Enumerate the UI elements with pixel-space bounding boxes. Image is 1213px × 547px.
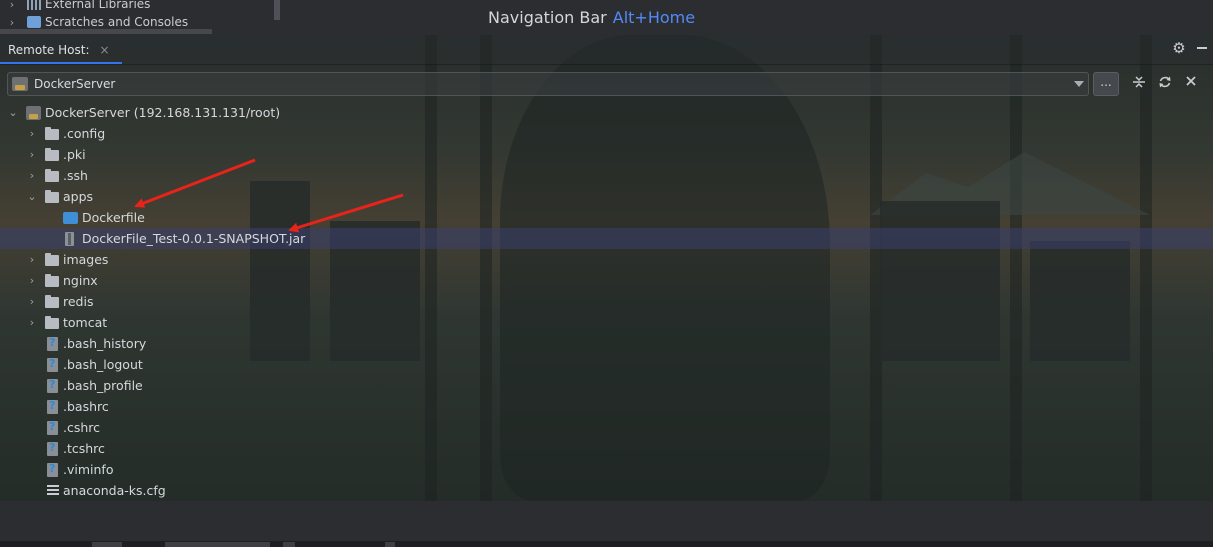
folder-icon: [45, 169, 59, 182]
tree-item-folder[interactable]: › images: [0, 249, 1213, 270]
tree-item-label: .viminfo: [63, 462, 114, 477]
chevron-right-icon[interactable]: ›: [7, 16, 17, 29]
chevron-right-icon[interactable]: ›: [27, 169, 37, 182]
tree-item-file[interactable]: .viminfo: [0, 459, 1213, 480]
chevron-right-icon[interactable]: ›: [27, 148, 37, 161]
chevron-down-icon[interactable]: [1074, 81, 1084, 87]
sftp-server-icon: [12, 77, 28, 91]
close-tab-icon[interactable]: ×: [99, 43, 109, 57]
tree-item-folder[interactable]: › nginx: [0, 270, 1213, 291]
folder-icon: [45, 316, 59, 329]
folder-icon: [45, 127, 59, 140]
tree-item-file[interactable]: .bash_history: [0, 333, 1213, 354]
horizontal-scrollbar[interactable]: [0, 29, 212, 34]
tree-item-label: .bashrc: [63, 399, 109, 414]
tree-item-file[interactable]: anaconda-ks.cfg: [0, 480, 1213, 501]
unknown-file-icon: [47, 378, 58, 393]
collapse-all-icon[interactable]: [1131, 75, 1147, 91]
chevron-right-icon[interactable]: ›: [27, 253, 37, 266]
tree-root-label: DockerServer (192.168.131.131/root): [45, 105, 281, 120]
server-dropdown[interactable]: DockerServer: [7, 72, 1089, 96]
bottom-tab[interactable]: [385, 542, 395, 547]
tree-item-label: .bash_logout: [63, 357, 143, 372]
active-tab-indicator: [0, 62, 122, 64]
tree-item-label: .config: [63, 126, 106, 141]
tree-item-file[interactable]: .bash_logout: [0, 354, 1213, 375]
chevron-right-icon[interactable]: ›: [7, 0, 17, 11]
tree-item-label: .ssh: [63, 168, 88, 183]
unknown-file-icon: [47, 462, 58, 477]
bottom-tab[interactable]: [92, 542, 122, 547]
folder-icon: [45, 295, 59, 308]
unknown-file-icon: [47, 399, 58, 414]
docker-file-icon: [63, 212, 78, 224]
folder-icon: [45, 274, 59, 287]
library-icon: [27, 0, 41, 10]
navigation-bar-label: Navigation Bar: [488, 8, 607, 27]
chevron-right-icon[interactable]: ›: [27, 127, 37, 140]
unknown-file-icon: [47, 336, 58, 351]
minimize-icon[interactable]: [1197, 47, 1207, 49]
project-tree-panel: › External Libraries › Scratches and Con…: [0, 0, 280, 35]
chevron-right-icon[interactable]: ›: [27, 295, 37, 308]
tree-item-folder[interactable]: › .ssh: [0, 165, 1213, 186]
tree-item-label: tomcat: [63, 315, 108, 330]
server-dropdown-value: DockerServer: [34, 77, 116, 91]
tree-item-file[interactable]: .bashrc: [0, 396, 1213, 417]
tree-item-label: redis: [63, 294, 94, 309]
tree-item-file-selected[interactable]: DockerFile_Test-0.0.1-SNAPSHOT.jar: [0, 228, 1213, 249]
tree-item-file[interactable]: Dockerfile: [0, 207, 1213, 228]
vertical-scrollbar[interactable]: [274, 0, 280, 20]
tree-item-label: .tcshrc: [63, 441, 105, 456]
bottom-tab[interactable]: [165, 542, 270, 547]
project-tree-label: External Libraries: [45, 0, 151, 11]
chevron-right-icon[interactable]: ›: [27, 274, 37, 287]
sftp-server-icon: [26, 106, 41, 120]
chevron-down-icon[interactable]: ⌄: [8, 106, 18, 119]
folder-icon: [45, 253, 59, 266]
refresh-icon[interactable]: [1157, 75, 1173, 91]
tree-item-folder[interactable]: › tomcat: [0, 312, 1213, 333]
scratches-icon: [27, 16, 41, 28]
tree-item-file[interactable]: .tcshrc: [0, 438, 1213, 459]
bottom-tab[interactable]: [283, 542, 295, 547]
browse-servers-button[interactable]: ...: [1093, 72, 1119, 96]
shortcut-label: Alt+Home: [612, 8, 696, 27]
unknown-file-icon: [47, 420, 58, 435]
project-tree-label: Scratches and Consoles: [45, 15, 189, 29]
chevron-right-icon[interactable]: ›: [27, 316, 37, 329]
tree-item-folder[interactable]: › .config: [0, 123, 1213, 144]
tree-item-file[interactable]: .cshrc: [0, 417, 1213, 438]
close-icon[interactable]: [1183, 75, 1199, 91]
tree-item-folder[interactable]: ⌄ apps: [0, 186, 1213, 207]
navigation-bar-hint: Navigation Bar Alt+Home: [488, 8, 695, 27]
tree-item-label: .bash_profile: [63, 378, 143, 393]
chevron-down-icon[interactable]: ⌄: [27, 190, 37, 203]
tree-item-folder[interactable]: › redis: [0, 291, 1213, 312]
folder-icon: [45, 148, 59, 161]
tree-item-label: Dockerfile: [82, 210, 145, 225]
unknown-file-icon: [47, 357, 58, 372]
jar-file-icon: [65, 232, 74, 246]
tree-item-file[interactable]: .bash_profile: [0, 375, 1213, 396]
remote-host-toolwindow-header: Remote Host: ×: [0, 35, 1213, 65]
gear-icon[interactable]: ⚙: [1171, 40, 1187, 56]
unknown-file-icon: [47, 441, 58, 456]
tree-item-label: images: [63, 252, 109, 267]
tree-item-label: DockerFile_Test-0.0.1-SNAPSHOT.jar: [82, 231, 306, 246]
text-file-icon: [47, 485, 59, 497]
tree-item-label: .cshrc: [63, 420, 101, 435]
tree-item-folder[interactable]: › .pki: [0, 144, 1213, 165]
tree-item-label: anaconda-ks.cfg: [63, 483, 166, 498]
server-selector-row: DockerServer ...: [0, 67, 1213, 99]
tree-item-label: .pki: [63, 147, 86, 162]
tree-item-label: .bash_history: [63, 336, 147, 351]
tree-item-label: apps: [63, 189, 94, 204]
tree-item-label: nginx: [63, 273, 98, 288]
tree-root[interactable]: ⌄ DockerServer (192.168.131.131/root): [0, 102, 1213, 123]
folder-icon: [45, 190, 59, 203]
remote-host-tab-title[interactable]: Remote Host:: [8, 43, 89, 57]
